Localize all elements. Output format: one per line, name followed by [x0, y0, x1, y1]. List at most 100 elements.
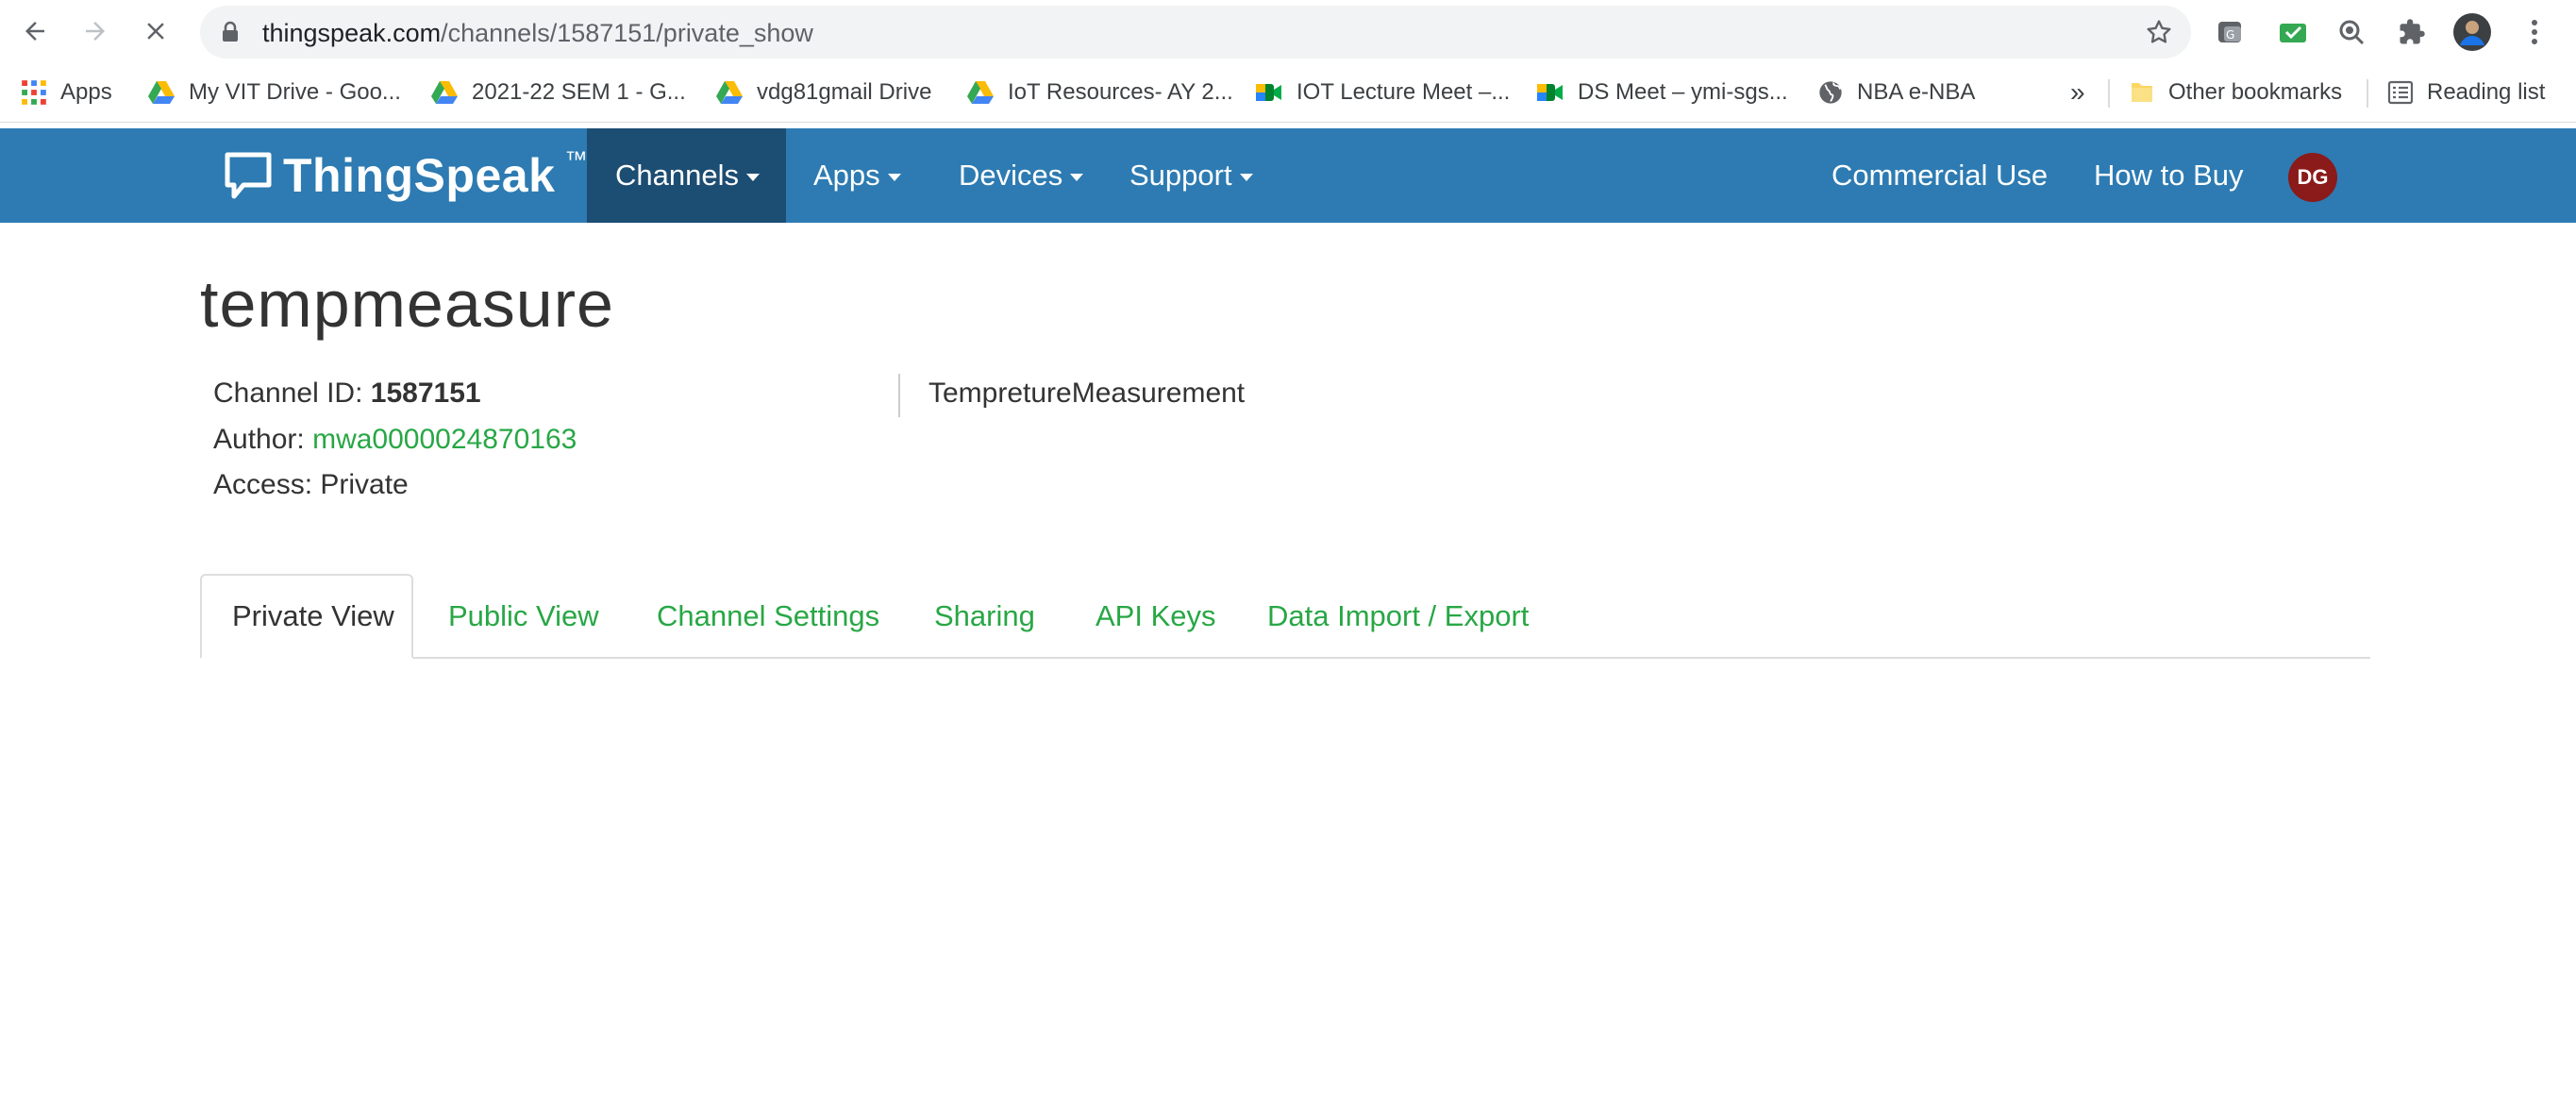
forward-button[interactable] [75, 11, 115, 51]
bookmark-label: Apps [60, 79, 112, 105]
bookmark-star-icon[interactable] [2144, 17, 2174, 52]
google-meet-icon [1256, 84, 1281, 101]
google-meet-icon [1537, 84, 1563, 101]
reading-list-icon [2387, 80, 2414, 105]
tab-public-view[interactable]: Public View [448, 574, 599, 659]
channel-title: tempmeasure [200, 267, 614, 341]
bookmark-label: NBA e-NBA [1857, 79, 1976, 105]
nav-commercial-use[interactable]: Commercial Use [1832, 128, 2048, 223]
access-value: Private [320, 469, 409, 500]
nav-how-to-buy[interactable]: How to Buy [2094, 128, 2244, 223]
bookmarks-overflow-button[interactable]: » [2070, 62, 2085, 123]
bookmark-label: IoT Resources- AY 2... [1008, 79, 1233, 105]
tab-label: Private View [232, 599, 394, 632]
arrow-left-icon [25, 22, 44, 41]
brand-name: ThingSpeak [283, 149, 556, 202]
brand-trademark: ™ [564, 147, 588, 173]
bookmark-iot-resources[interactable]: IoT Resources- AY 2... [966, 62, 1233, 123]
nav-label: Support [1129, 159, 1232, 192]
nav-support[interactable]: Support [1129, 128, 1253, 223]
caret-down-icon [1070, 174, 1084, 181]
bookmark-label: DS Meet – ymi-sgs... [1578, 79, 1788, 105]
tab-label: Channel Settings [657, 599, 880, 632]
google-drive-icon [431, 81, 458, 104]
lock-icon [221, 21, 240, 48]
channel-id-value: 1587151 [370, 378, 481, 409]
bookmark-iot-lecture-meet[interactable]: IOT Lecture Meet –... [1255, 62, 1510, 123]
tab-label: Sharing [934, 599, 1035, 632]
nav-label: Apps [813, 159, 880, 192]
bookmark-apps[interactable]: Apps [21, 62, 112, 123]
tab-label: Data Import / Export [1267, 599, 1530, 632]
thingspeak-logo[interactable]: ThingSpeak ™ [223, 147, 587, 204]
tab-private-view[interactable]: Private View [200, 574, 413, 659]
extension-search-icon[interactable] [2333, 13, 2370, 51]
tab-sharing[interactable]: Sharing [934, 574, 1035, 659]
globe-icon [1819, 81, 1842, 104]
folder-icon [2132, 83, 2152, 102]
stop-loading-button[interactable] [136, 11, 176, 51]
nav-label: How to Buy [2094, 159, 2244, 192]
bookmark-label: My VIT Drive - Goo... [189, 79, 401, 105]
tab-label: API Keys [1096, 599, 1216, 632]
bookmark-ds-meet[interactable]: DS Meet – ymi-sgs... [1536, 62, 1788, 123]
avatar-initials: DG [2297, 165, 2329, 189]
tab-channel-settings[interactable]: Channel Settings [657, 574, 879, 659]
speech-bubble-icon [225, 152, 272, 199]
nav-label: Devices [959, 159, 1063, 192]
profile-avatar-icon[interactable] [2453, 13, 2491, 51]
caret-down-icon [887, 174, 901, 181]
site-navbar: ThingSpeak ™ Channels Apps Devices Suppor… [0, 128, 2576, 223]
nav-devices[interactable]: Devices [959, 128, 1084, 223]
apps-grid-icon [22, 80, 46, 105]
meta-divider [898, 374, 900, 417]
access-label: Access: [213, 469, 313, 500]
extension-translate-icon[interactable]: G [2212, 13, 2250, 51]
bookmark-sem1-drive[interactable]: 2021-22 SEM 1 - G... [430, 62, 686, 123]
bookmark-other-bookmarks[interactable]: Other bookmarks [2129, 62, 2342, 123]
channel-id-label: Channel ID: [213, 378, 363, 409]
bookmark-label: vdg81gmail Drive [757, 79, 932, 105]
bookmark-label: IOT Lecture Meet –... [1296, 79, 1511, 105]
bookmarks-bar: Apps My VIT Drive - Goo... 2021-22 SEM 1… [0, 62, 2576, 123]
address-bar[interactable]: thingspeak.com/channels/1587151/private_… [200, 6, 2191, 59]
tab-api-keys[interactable]: API Keys [1096, 574, 1216, 659]
nav-channels[interactable]: Channels [587, 128, 786, 223]
browser-toolbar: thingspeak.com/channels/1587151/private_… [0, 0, 2576, 62]
google-drive-icon [967, 81, 994, 104]
nav-label: Commercial Use [1832, 159, 2049, 192]
tab-label: Public View [448, 599, 599, 632]
bookmarks-divider [2108, 79, 2110, 108]
close-icon [147, 23, 164, 40]
bookmark-label: 2021-22 SEM 1 - G... [472, 79, 686, 105]
caret-down-icon [1239, 174, 1253, 181]
channel-id-line: Channel ID: 1587151 [213, 378, 481, 410]
google-drive-icon [148, 81, 175, 104]
author-label: Author: [213, 424, 305, 455]
bookmark-label: Other bookmarks [2168, 79, 2343, 105]
url-text: thingspeak.com/channels/1587151/private_… [262, 19, 813, 47]
extension-checklist-icon[interactable] [2274, 13, 2312, 51]
user-avatar[interactable]: DG [2288, 153, 2337, 202]
back-button[interactable] [15, 11, 55, 51]
overflow-label: » [2070, 77, 2085, 107]
bookmark-nba-enba[interactable]: NBA e-NBA [1817, 62, 1975, 123]
channel-description: TempretureMeasurement [928, 378, 1246, 409]
bookmark-vdg81gmail-drive[interactable]: vdg81gmail Drive [715, 62, 931, 123]
nav-apps[interactable]: Apps [813, 128, 901, 223]
browser-menu-icon[interactable] [2516, 13, 2553, 51]
bookmark-my-vit-drive[interactable]: My VIT Drive - Goo... [147, 62, 401, 123]
bookmarks-divider [2367, 79, 2368, 108]
tab-data-import-export[interactable]: Data Import / Export [1267, 574, 1529, 659]
author-link[interactable]: mwa0000024870163 [312, 424, 577, 455]
nav-label: Channels [615, 159, 739, 192]
extensions-puzzle-icon[interactable] [2393, 13, 2431, 51]
caret-down-icon [745, 174, 760, 181]
access-line: Access: Private [213, 469, 409, 501]
bookmark-label: Reading list [2427, 79, 2546, 105]
svg-text:G: G [2226, 28, 2234, 42]
google-drive-icon [716, 81, 743, 104]
author-line: Author: mwa0000024870163 [213, 424, 577, 456]
arrow-right-icon [86, 22, 105, 41]
reading-list-button[interactable]: Reading list [2387, 62, 2545, 123]
